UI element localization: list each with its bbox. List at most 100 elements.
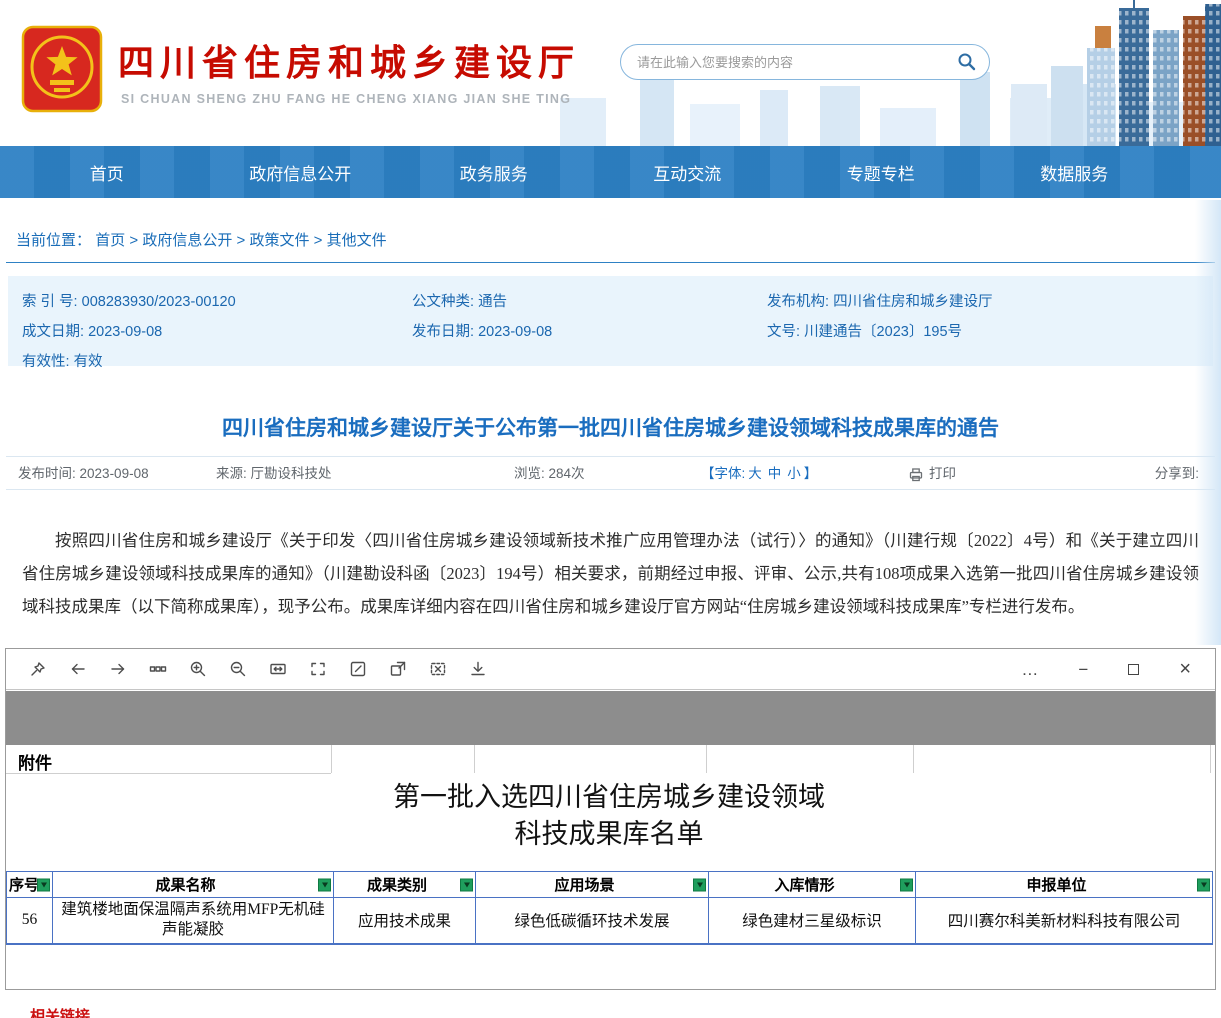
views-value: 284次 bbox=[549, 466, 585, 481]
fit-width-icon[interactable] bbox=[268, 660, 287, 679]
screenshot-icon[interactable] bbox=[428, 660, 447, 679]
gridline bbox=[331, 745, 332, 773]
column-header-2: 成果名称 bbox=[53, 872, 334, 898]
results-table-body: 56建筑楼地面保温隔声系统用MFP无机硅声能凝胶应用技术成果绿色低碳循环技术发展… bbox=[7, 898, 1213, 944]
doc-meta-field: 文号: 川建通告〔2023〕195号 bbox=[767, 320, 1213, 341]
minimize-button[interactable]: − bbox=[1078, 661, 1088, 678]
print-label: 打印 bbox=[929, 457, 956, 491]
doc-meta-label: 发布日期: bbox=[412, 324, 478, 340]
doc-meta-value: 通告 bbox=[478, 294, 507, 310]
nav-item-1[interactable]: 首页 bbox=[10, 160, 204, 185]
publish-time-value: 2023-09-08 bbox=[80, 466, 149, 481]
breadcrumb: 当前位置： 首页 > 政府信息公开 > 政策文件 > 其他文件 bbox=[16, 229, 387, 250]
doc-meta-label: 发布机构: bbox=[767, 294, 833, 310]
share-control[interactable]: 分享到: bbox=[1155, 457, 1199, 491]
column-header-label: 成果名称 bbox=[155, 874, 215, 895]
column-header-1: 序号 bbox=[7, 872, 53, 898]
city-skyline-graphic bbox=[991, 0, 1221, 146]
divider bbox=[6, 262, 1215, 263]
filter-dropdown-icon[interactable] bbox=[1197, 878, 1210, 891]
doc-meta-grid: 索 引 号: 008283930/2023-00120公文种类: 通告发布机构:… bbox=[8, 276, 1213, 371]
filter-dropdown-icon[interactable] bbox=[460, 878, 473, 891]
view-count: 浏览: 284次 bbox=[514, 457, 585, 491]
nav-item-4[interactable]: 互动交流 bbox=[591, 160, 785, 185]
gridline bbox=[706, 745, 707, 773]
attachment-label: 附件 bbox=[18, 749, 52, 774]
doc-meta-value: 2023-09-08 bbox=[88, 324, 162, 340]
results-table-head-row: 序号成果名称成果类别应用场景入库情形申报单位 bbox=[7, 872, 1213, 898]
search-icon[interactable] bbox=[957, 52, 977, 72]
table-row: 56建筑楼地面保温隔声系统用MFP无机硅声能凝胶应用技术成果绿色低碳循环技术发展… bbox=[7, 898, 1213, 944]
doc-meta-field: 成文日期: 2023-09-08 bbox=[22, 320, 412, 341]
doc-meta-field: 发布日期: 2023-09-08 bbox=[412, 320, 767, 341]
doc-meta-field: 公文种类: 通告 bbox=[412, 290, 767, 311]
more-options-button[interactable]: … bbox=[1021, 661, 1038, 678]
column-header-label: 申报单位 bbox=[1026, 874, 1086, 895]
nav-item-6[interactable]: 数据服务 bbox=[978, 160, 1172, 185]
column-header-label: 应用场景 bbox=[554, 874, 614, 895]
search-box[interactable] bbox=[620, 44, 990, 80]
column-header-6: 申报单位 bbox=[916, 872, 1213, 898]
page: 四川省住房和城乡建设厅 SI CHUAN SHENG ZHU FANG HE C… bbox=[0, 0, 1221, 1018]
font-size-option[interactable]: 小 bbox=[787, 466, 801, 481]
doc-meta-label: 成文日期: bbox=[22, 324, 88, 340]
grid-view-icon[interactable] bbox=[148, 660, 167, 679]
breadcrumb-link[interactable]: 政府信息公开 bbox=[142, 232, 232, 249]
sheet-title-line-1: 第一批入选四川省住房城乡建设领域 bbox=[6, 779, 1212, 816]
column-header-4: 应用场景 bbox=[476, 872, 709, 898]
nav-item-5[interactable]: 专题专栏 bbox=[784, 160, 978, 185]
download-icon[interactable] bbox=[468, 660, 487, 679]
table-cell: 绿色建材三星级标识 bbox=[709, 898, 916, 944]
font-size-control: 【字体:大中小】 bbox=[701, 457, 817, 491]
open-in-window-icon[interactable] bbox=[388, 660, 407, 679]
pin-icon[interactable] bbox=[28, 660, 47, 679]
window-controls: … − × bbox=[1021, 659, 1215, 679]
filter-dropdown-icon[interactable] bbox=[693, 878, 706, 891]
select-area-icon[interactable] bbox=[308, 660, 327, 679]
doc-meta-value: 008283930/2023-00120 bbox=[82, 294, 236, 310]
table-cell: 建筑楼地面保温隔声系统用MFP无机硅声能凝胶 bbox=[53, 898, 334, 944]
site-title: 四川省住房和城乡建设厅 bbox=[118, 34, 580, 86]
results-table: 序号成果名称成果类别应用场景入库情形申报单位 56建筑楼地面保温隔声系统用MFP… bbox=[6, 871, 1213, 945]
nav-item-2[interactable]: 政府信息公开 bbox=[204, 160, 398, 185]
doc-meta-label: 公文种类: bbox=[412, 294, 478, 310]
breadcrumb-label: 当前位置： bbox=[16, 232, 91, 249]
zoom-out-icon[interactable] bbox=[228, 660, 247, 679]
source-value: 厅勘设科技处 bbox=[251, 466, 332, 481]
doc-meta-field: 发布机构: 四川省住房和城乡建设厅 bbox=[767, 290, 1213, 311]
breadcrumb-link[interactable]: 首页 bbox=[95, 232, 125, 249]
doc-meta-label: 有效性: bbox=[22, 354, 74, 370]
close-button[interactable]: × bbox=[1179, 659, 1191, 679]
breadcrumb-link[interactable]: 政策文件 bbox=[249, 232, 309, 249]
font-size-suffix: 】 bbox=[804, 466, 818, 481]
search-input[interactable] bbox=[637, 55, 957, 70]
print-button[interactable]: 打印 bbox=[908, 457, 956, 491]
national-emblem-logo bbox=[20, 24, 104, 114]
column-header-5: 入库情形 bbox=[709, 872, 916, 898]
table-cell: 56 bbox=[7, 898, 53, 944]
site-header: 四川省住房和城乡建设厅 SI CHUAN SHENG ZHU FANG HE C… bbox=[0, 0, 1221, 146]
forward-arrow-icon[interactable] bbox=[108, 660, 127, 679]
doc-meta-field: 有效性: 有效 bbox=[22, 350, 412, 371]
table-cell: 应用技术成果 bbox=[334, 898, 476, 944]
filter-dropdown-icon[interactable] bbox=[900, 878, 913, 891]
gridline bbox=[474, 745, 475, 773]
related-links-label[interactable]: 相关链接 bbox=[30, 1005, 90, 1018]
breadcrumb-items: 首页 > 政府信息公开 > 政策文件 > 其他文件 bbox=[95, 232, 386, 249]
publish-time: 发布时间: 2023-09-08 bbox=[18, 457, 149, 491]
filter-dropdown-icon[interactable] bbox=[37, 878, 50, 891]
font-size-option[interactable]: 大 bbox=[748, 466, 762, 481]
article-title: 四川省住房和城乡建设厅关于公布第一批四川省住房城乡建设领域科技成果库的通告 bbox=[0, 412, 1221, 442]
views-label: 浏览: bbox=[514, 466, 545, 481]
gridline bbox=[1210, 745, 1211, 773]
breadcrumb-link[interactable]: 其他文件 bbox=[327, 232, 387, 249]
back-arrow-icon[interactable] bbox=[68, 660, 87, 679]
nav-item-3[interactable]: 政务服务 bbox=[397, 160, 591, 185]
table-cell: 四川赛尔科美新材料科技有限公司 bbox=[916, 898, 1213, 944]
breadcrumb-separator: > bbox=[125, 232, 142, 249]
font-size-option[interactable]: 中 bbox=[768, 466, 782, 481]
filter-dropdown-icon[interactable] bbox=[318, 878, 331, 891]
zoom-in-icon[interactable] bbox=[188, 660, 207, 679]
edit-icon[interactable] bbox=[348, 660, 367, 679]
maximize-button[interactable] bbox=[1128, 664, 1139, 675]
